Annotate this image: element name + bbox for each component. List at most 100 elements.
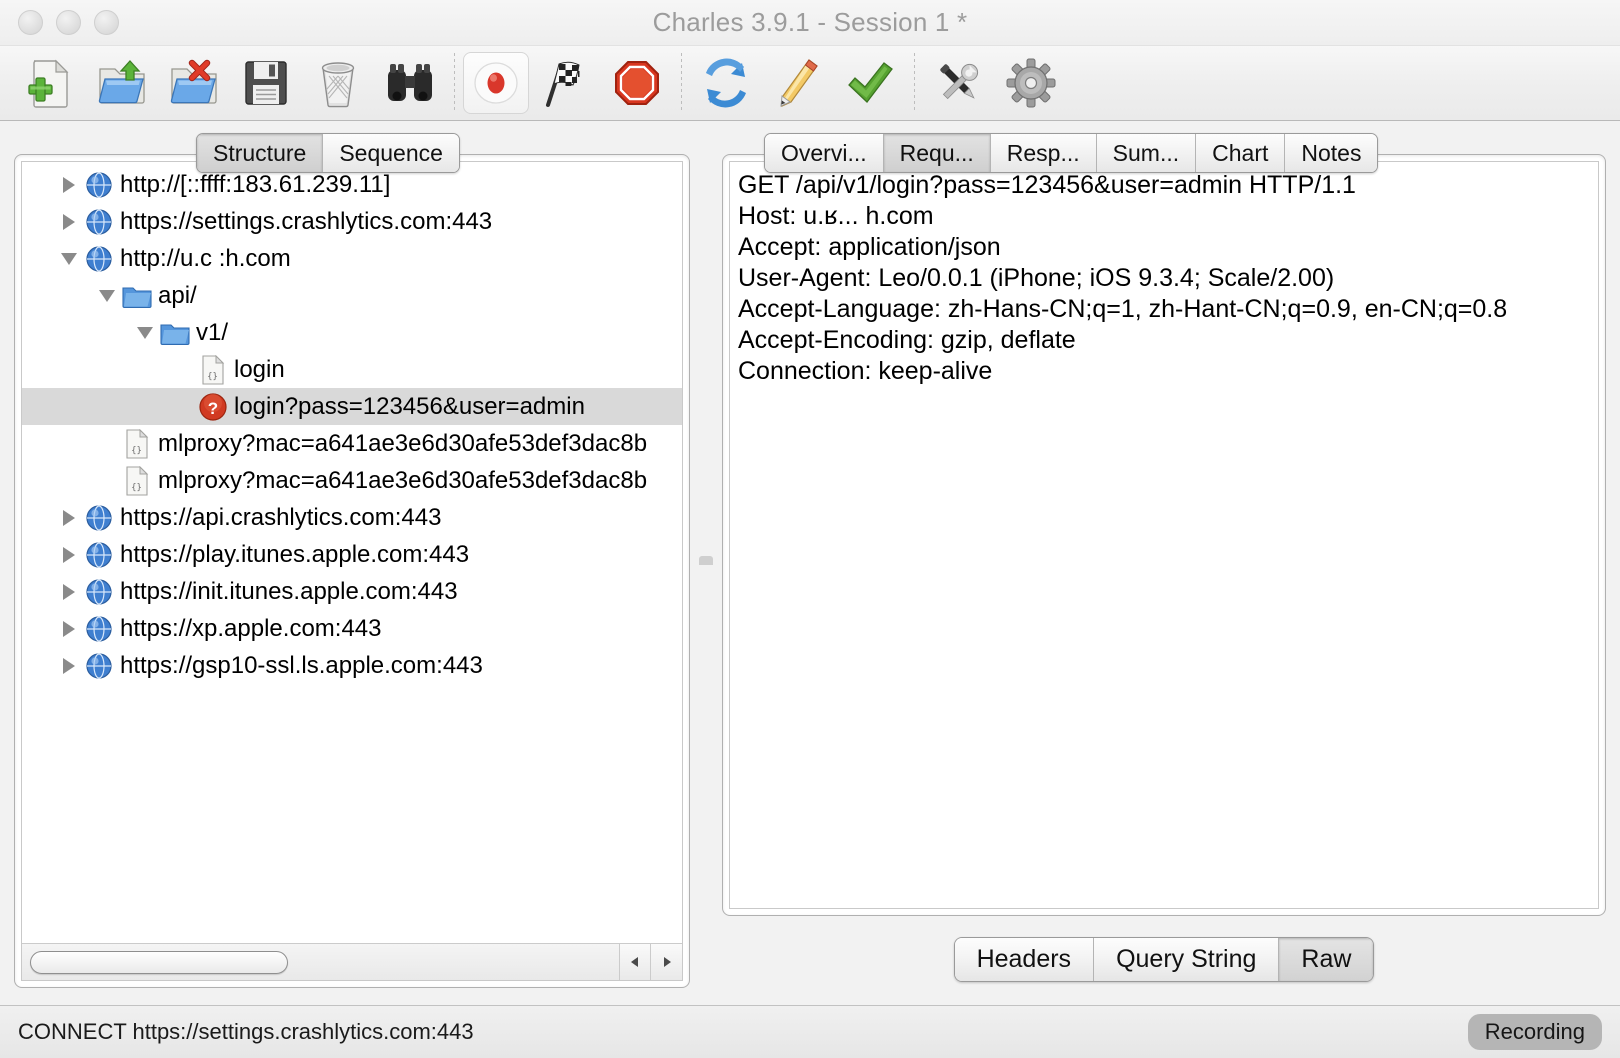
tree-row[interactable]: https://api.crashlytics.com:443: [22, 499, 682, 536]
request-header-user-agent: User-Agent: Leo/0.0.1 (iPhone; iOS 9.3.4…: [738, 264, 1335, 292]
tab-overview-label: Overvi...: [781, 139, 867, 166]
tree-row-label: api/: [158, 281, 197, 309]
compose-pencil-icon[interactable]: [762, 49, 834, 117]
throttle-flag-icon[interactable]: [529, 49, 601, 117]
left-tabstrip: Structure Sequence: [196, 133, 460, 173]
repeat-icon[interactable]: [690, 49, 762, 117]
chevron-right-icon[interactable]: [56, 620, 82, 637]
new-session-icon[interactable]: [14, 49, 86, 117]
request-header-accept: Accept: application/json: [738, 233, 1001, 261]
tree-horizontal-scrollbar[interactable]: [22, 943, 682, 980]
tree-row[interactable]: https://gsp10-ssl.ls.apple.com:443: [22, 647, 682, 684]
tree-row[interactable]: https://play.itunes.apple.com:443: [22, 536, 682, 573]
tree-row-label: http://[::ffff:183.61.239.11]: [120, 170, 391, 198]
tree-row-label: https://init.itunes.apple.com:443: [120, 577, 458, 605]
toolbar: [0, 46, 1620, 121]
breakpoints-stop-icon[interactable]: [601, 49, 673, 117]
tree-row[interactable]: {} mlproxy?mac=a641ae3e6d30afe53def3dac8…: [22, 462, 682, 499]
tree-row[interactable]: v1/: [22, 314, 682, 351]
folder-icon: [158, 320, 192, 346]
tab-chart[interactable]: Chart: [1196, 134, 1286, 172]
status-badge: Recording: [1467, 1014, 1602, 1050]
toolbar-separator: [914, 53, 915, 113]
view-mode-raw[interactable]: Raw: [1279, 938, 1374, 981]
tab-structure-label: Structure: [213, 139, 307, 166]
tools-icon[interactable]: [923, 49, 995, 117]
tree-row[interactable]: https://init.itunes.apple.com:443: [22, 573, 682, 610]
tree-row[interactable]: https://xp.apple.com:443: [22, 610, 682, 647]
chevron-right-icon[interactable]: [56, 583, 82, 600]
tree-panel: http://[::ffff:183.61.239.11] https://se…: [14, 154, 690, 988]
view-mode-query-string[interactable]: Query String: [1094, 938, 1280, 981]
find-icon[interactable]: [374, 49, 446, 117]
tab-notes-label: Notes: [1301, 139, 1362, 166]
globe-icon: [82, 578, 116, 606]
tree-row-label: https://xp.apple.com:443: [120, 614, 382, 642]
view-mode-headers[interactable]: Headers: [954, 938, 1095, 981]
request-header-accept-language: Accept-Language: zh-Hans-CN;q=1, zh-Hant…: [738, 295, 1508, 323]
globe-icon: [82, 652, 116, 680]
globe-icon: [82, 245, 116, 273]
svg-text:{}: {}: [131, 483, 142, 493]
chevron-right-icon[interactable]: [56, 176, 82, 193]
chevron-down-icon[interactable]: [132, 326, 158, 339]
svg-text:{}: {}: [207, 372, 218, 382]
json-file-icon: {}: [120, 428, 154, 459]
toolbar-separator: [454, 53, 455, 113]
chevron-right-icon[interactable]: [56, 546, 82, 563]
request-header-connection: Connection: keep-alive: [738, 357, 993, 385]
tab-response-label: Resp...: [1006, 139, 1080, 166]
chevron-right-icon[interactable]: [56, 213, 82, 230]
tab-structure[interactable]: Structure: [197, 134, 324, 172]
request-viewer: GET /api/v1/login?pass=123456&user=admin…: [722, 154, 1606, 916]
globe-icon: [82, 541, 116, 569]
tab-notes[interactable]: Notes: [1285, 134, 1378, 172]
tab-request-label: Requ...: [899, 139, 974, 166]
request-header-accept-encoding: Accept-Encoding: gzip, deflate: [738, 326, 1076, 354]
splitter-grip[interactable]: [699, 556, 713, 565]
scrollbar-thumb[interactable]: [30, 950, 288, 974]
settings-gear-icon[interactable]: [995, 49, 1067, 117]
tree-row-selected[interactable]: ? login?pass=123456&user=admin: [22, 388, 682, 425]
tab-summary-label: Sum...: [1112, 139, 1180, 166]
globe-icon: [82, 504, 116, 532]
tree-row[interactable]: http://u.c :h.com: [22, 240, 682, 277]
tab-request[interactable]: Requ...: [883, 134, 991, 172]
view-mode-query-string-label: Query String: [1116, 945, 1257, 973]
record-icon[interactable]: [463, 52, 529, 114]
tree-row[interactable]: {} login: [22, 351, 682, 388]
tree-row[interactable]: https://settings.crashlytics.com:443: [22, 203, 682, 240]
open-session-icon[interactable]: [86, 49, 158, 117]
save-session-icon[interactable]: [230, 49, 302, 117]
tab-summary[interactable]: Sum...: [1096, 134, 1197, 172]
chevron-down-icon[interactable]: [94, 289, 120, 302]
tree-row[interactable]: api/: [22, 277, 682, 314]
chevron-down-icon[interactable]: [56, 252, 82, 265]
chevron-right-icon[interactable]: [56, 657, 82, 674]
clear-session-icon[interactable]: [302, 49, 374, 117]
scrollbar-arrows: [619, 944, 682, 980]
pane-splitter[interactable]: [696, 133, 716, 988]
scroll-right-arrow-icon[interactable]: [651, 944, 682, 980]
request-raw-text[interactable]: GET /api/v1/login?pass=123456&user=admin…: [729, 161, 1599, 909]
chevron-right-icon[interactable]: [56, 509, 82, 526]
scroll-left-arrow-icon[interactable]: [620, 944, 651, 980]
close-session-icon[interactable]: [158, 49, 230, 117]
tab-overview[interactable]: Overvi...: [765, 134, 884, 172]
tree-row[interactable]: {} mlproxy?mac=a641ae3e6d30afe53def3dac8…: [22, 425, 682, 462]
status-message: CONNECT https://settings.crashlytics.com…: [18, 1019, 474, 1044]
json-file-icon: {}: [196, 354, 230, 385]
globe-icon: [82, 615, 116, 643]
tree-row-label: mlproxy?mac=a641ae3e6d30afe53def3dac8b: [158, 466, 648, 494]
session-tree[interactable]: http://[::ffff:183.61.239.11] https://se…: [22, 162, 682, 942]
detail-pane: Overvi... Requ... Resp... Sum... Chart N…: [722, 133, 1606, 988]
tab-response[interactable]: Resp...: [990, 134, 1097, 172]
tree-row-label: mlproxy?mac=a641ae3e6d30afe53def3dac8b: [158, 429, 648, 457]
main-area: Structure Sequence http://[::ffff:183.61…: [0, 121, 1620, 1005]
tree-row-label: https://api.crashlytics.com:443: [120, 503, 442, 531]
validate-check-icon[interactable]: [834, 49, 906, 117]
request-header-host: Host: u.ʁ... h.com: [738, 202, 934, 230]
tab-sequence[interactable]: Sequence: [323, 134, 459, 172]
status-bar: CONNECT https://settings.crashlytics.com…: [0, 1005, 1620, 1058]
globe-icon: [82, 208, 116, 236]
